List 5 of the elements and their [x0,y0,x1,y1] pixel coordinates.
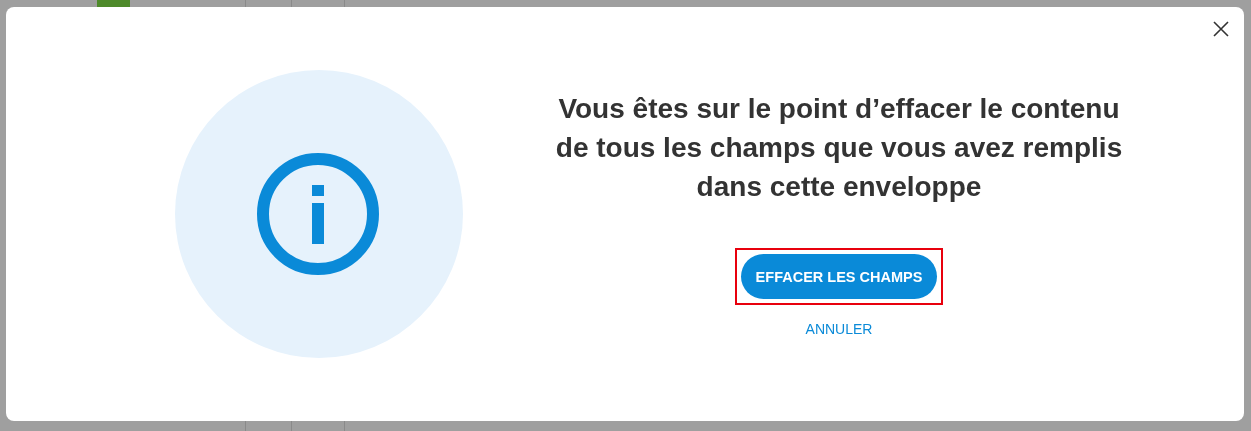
info-icon [174,70,463,358]
dialog-message: Vous êtes sur le point d’effacer le contenu de tous les champs que vous avez remplis dans cette enveloppe [554,92,1124,204]
clear-fields-button[interactable]: EFFACER LES CHAMPS [740,254,938,299]
cancel-link[interactable]: ANNULER [803,319,875,339]
close-icon[interactable] [1213,21,1229,37]
